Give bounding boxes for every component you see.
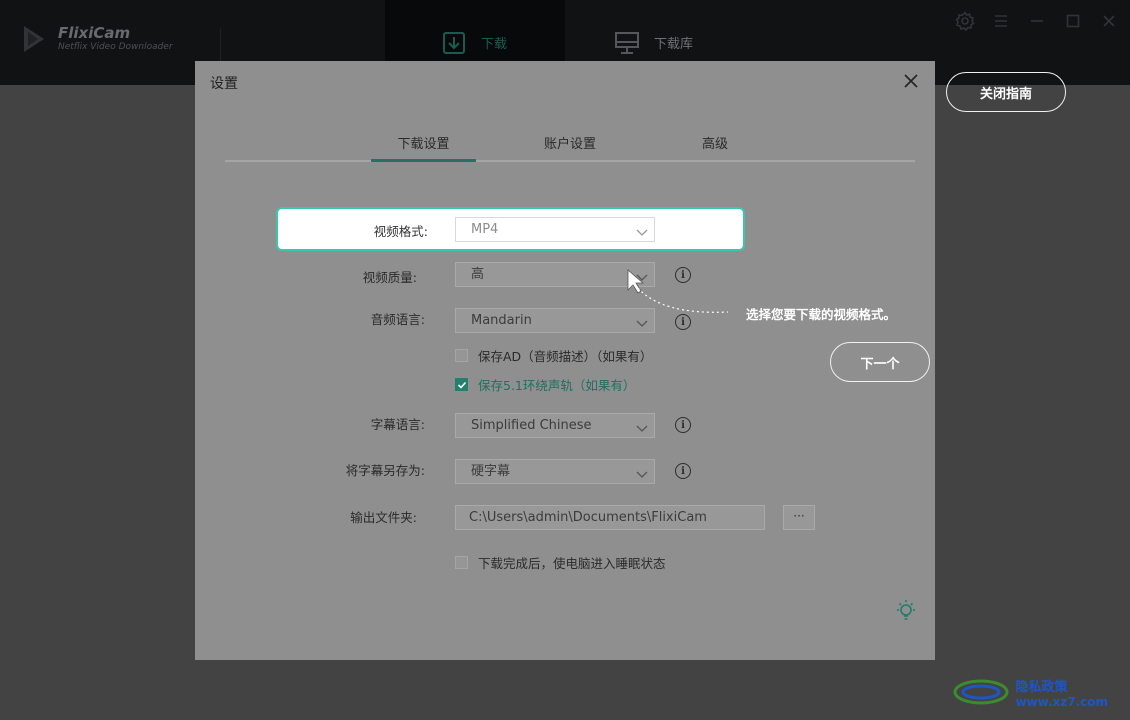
settings-dialog: 设置 下载设置 账户设置 高级 视频质量: 高 i 音频语言: Mandarin… xyxy=(195,61,935,660)
audio-language-value: Mandarin xyxy=(471,313,532,328)
nav-tab-library-label: 下载库 xyxy=(654,37,694,52)
library-icon xyxy=(614,30,640,56)
download-icon xyxy=(441,30,467,56)
guide-tip-text: 选择您要下载的视频格式。 xyxy=(746,307,897,322)
video-format-value: MP4 xyxy=(471,222,499,237)
video-quality-label: 视频质量: xyxy=(362,270,417,285)
window-controls xyxy=(954,10,1120,32)
sleep-after-checkbox[interactable] xyxy=(455,556,468,569)
tab-account-settings[interactable]: 账户设置 xyxy=(525,133,615,162)
app-subtitle: Netflix Video Downloader xyxy=(58,41,173,52)
video-format-select[interactable]: MP4 xyxy=(455,217,655,242)
close-guide-button[interactable]: 关闭指南 xyxy=(946,72,1066,112)
chevron-down-icon xyxy=(636,465,648,488)
settings-tabs: 下载设置 账户设置 高级 xyxy=(225,131,915,162)
subtitle-language-value: Simplified Chinese xyxy=(471,418,592,433)
save-51-checkbox-row[interactable]: 保存5.1环绕声轨（如果有） xyxy=(455,375,635,394)
watermark: 隐私政策 www.xz7.com xyxy=(951,670,1108,714)
chevron-down-icon xyxy=(636,223,648,246)
close-window-icon[interactable] xyxy=(1098,10,1120,32)
minimize-icon[interactable] xyxy=(1026,10,1048,32)
audio-language-label: 音频语言: xyxy=(370,312,425,327)
app-name: FlixiCam xyxy=(58,23,131,42)
output-folder-label: 输出文件夹: xyxy=(350,510,417,525)
close-icon[interactable] xyxy=(901,71,921,91)
privacy-policy-link[interactable]: 隐私政策 xyxy=(1015,676,1108,695)
save-ad-checkbox[interactable] xyxy=(455,349,468,362)
save-subtitle-as-label: 将字幕另存为: xyxy=(345,463,425,478)
save-ad-label: 保存AD（音频描述）（如果有） xyxy=(478,349,653,364)
app-logo: FlixiCam Netflix Video Downloader xyxy=(22,24,173,54)
output-folder-input[interactable]: C:\Users\admin\Documents\FlixiCam xyxy=(455,505,765,530)
save-51-label: 保存5.1环绕声轨（如果有） xyxy=(478,378,636,393)
video-quality-value: 高 xyxy=(471,267,485,282)
subtitle-language-label: 字幕语言: xyxy=(370,417,425,432)
next-button[interactable]: 下一个 xyxy=(830,342,930,382)
flixicam-logo-icon xyxy=(22,24,48,54)
dialog-title: 设置 xyxy=(210,76,238,92)
save-ad-checkbox-row[interactable]: 保存AD（音频描述）（如果有） xyxy=(455,346,652,365)
info-icon[interactable]: i xyxy=(675,417,691,433)
save-subtitle-as-select[interactable]: 硬字幕 xyxy=(455,459,655,484)
maximize-icon[interactable] xyxy=(1062,10,1084,32)
video-format-label: 视频格式: xyxy=(373,224,428,239)
guide-pointer-arrow xyxy=(624,266,734,322)
sleep-after-checkbox-row[interactable]: 下载完成后，使电脑进入睡眠状态 xyxy=(455,553,666,572)
gear-icon[interactable] xyxy=(954,10,976,32)
nav-tab-download-label: 下载 xyxy=(481,37,508,52)
tab-download-settings[interactable]: 下载设置 xyxy=(371,133,476,162)
video-format-highlight: 视频格式: MP4 xyxy=(276,207,745,251)
browse-folder-button[interactable]: ··· xyxy=(783,505,815,530)
sleep-after-label: 下载完成后，使电脑进入睡眠状态 xyxy=(478,556,666,571)
tab-advanced[interactable]: 高级 xyxy=(675,133,755,162)
menu-icon[interactable] xyxy=(990,10,1012,32)
watermark-site: www.xz7.com xyxy=(1015,694,1108,709)
save-51-checkbox[interactable] xyxy=(455,378,468,391)
info-icon[interactable]: i xyxy=(675,463,691,479)
chevron-down-icon xyxy=(636,419,648,442)
watermark-logo-icon xyxy=(951,670,1011,714)
subtitle-language-select[interactable]: Simplified Chinese xyxy=(455,413,655,438)
save-subtitle-as-value: 硬字幕 xyxy=(471,464,511,479)
lightbulb-icon[interactable] xyxy=(895,599,917,627)
